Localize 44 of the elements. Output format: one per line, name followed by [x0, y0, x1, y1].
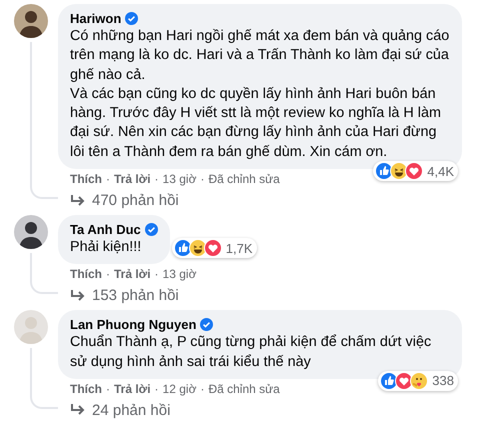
view-replies-link[interactable]: 153 phản hồi — [58, 282, 257, 308]
heart-reaction-icon — [204, 239, 222, 258]
comment-text: Chuẩn Thành ạ, P cũng từng phải kiện để chấm dứt việc sử dụng hình ảnh sai trái kiểu thế này — [70, 333, 432, 372]
heart-reaction-icon — [405, 162, 424, 180]
reactions-summary[interactable]: 4,4K — [373, 161, 458, 182]
thread-line — [30, 253, 58, 294]
reply-arrow-icon — [70, 403, 86, 418]
author-name[interactable]: Ta Anh Duc — [70, 221, 141, 238]
reply-link[interactable]: Trả lời — [114, 172, 151, 188]
reaction-count: 4,4K — [427, 164, 454, 179]
separator-dot: · — [200, 382, 204, 397]
reaction-count: 1,7K — [226, 240, 253, 256]
like-link[interactable]: Thích — [70, 267, 102, 282]
separator-dot: · — [106, 267, 110, 282]
avatar[interactable] — [14, 215, 48, 250]
timestamp: 13 giờ — [162, 267, 196, 282]
edited-label: Đã chỉnh sửa — [208, 382, 280, 397]
reply-link[interactable]: Trả lời — [114, 267, 151, 282]
separator-dot: · — [106, 382, 110, 397]
edited-label: Đã chỉnh sửa — [208, 172, 280, 188]
reaction-count: 338 — [432, 373, 454, 388]
reactions-summary[interactable]: 1,7K — [172, 238, 257, 258]
avatar[interactable] — [14, 4, 48, 38]
separator-dot: · — [154, 382, 159, 397]
separator-dot: · — [154, 267, 159, 282]
timestamp: 13 giờ — [162, 172, 196, 188]
comment-text: Có những bạn Hari ngồi ghế mát xa đem bán và quảng cáo trên mạng là ko dc. Hari và a Trấn Thành ko làm đại sứ của ghế nào cả. — [70, 27, 450, 85]
like-link[interactable]: Thích — [70, 382, 102, 397]
view-replies-link[interactable]: 24 phản hồi — [58, 396, 462, 423]
like-link[interactable]: Thích — [70, 172, 102, 188]
timestamp: 12 giờ — [162, 382, 196, 397]
reply-link[interactable]: Trả lời — [114, 382, 151, 397]
hugging-face-icon — [410, 372, 428, 390]
author-name[interactable]: Hariwon — [70, 10, 122, 27]
comment-text: Phải kiện!!! — [70, 238, 142, 258]
reactions-summary[interactable]: 338 — [378, 370, 458, 391]
author-name[interactable]: Lan Phuong Nguyen — [70, 316, 196, 334]
comment-text: Và các bạn cũng ko dc quyền lấy hình ảnh Hari buôn bán hàng. Trước đây H viết stt là một review ko nghĩa là H làm đại sứ. Nên xin các bạn đừng lấy hình ảnh của Hari đừng lôi tên a Thành đem ra bán ghế dùm. Xin cám ơn. — [70, 84, 442, 162]
separator-dot: · — [200, 172, 204, 188]
reply-arrow-icon — [70, 194, 86, 208]
separator-dot: · — [154, 172, 159, 188]
reply-arrow-icon — [70, 288, 86, 303]
view-replies-link[interactable]: 470 phản hồi — [58, 187, 462, 214]
separator-dot: · — [106, 172, 110, 188]
